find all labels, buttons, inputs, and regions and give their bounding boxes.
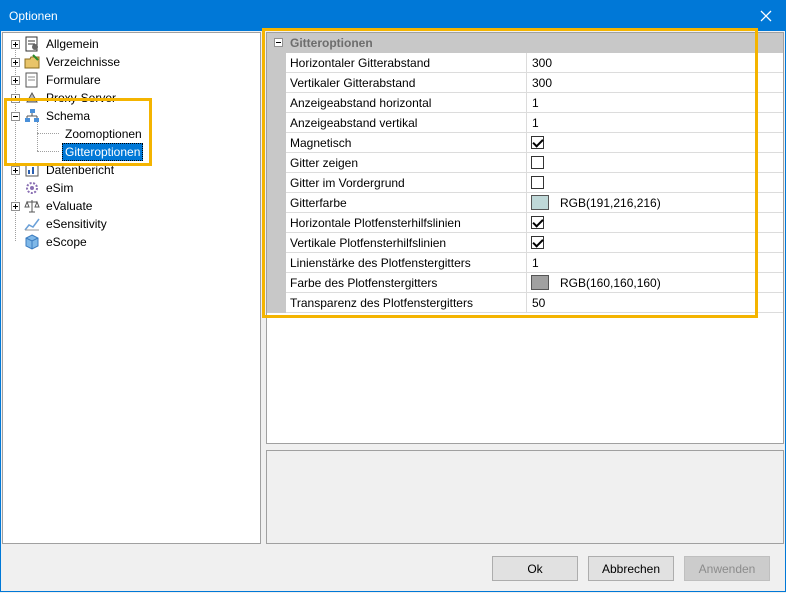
- tree-item-allgemein[interactable]: Allgemein: [46, 36, 99, 52]
- description-panel: [266, 450, 784, 544]
- cancel-button[interactable]: Abbrechen: [588, 556, 674, 581]
- window-title: Optionen: [9, 9, 58, 23]
- tree-item-verzeichnisse[interactable]: Verzeichnisse: [46, 54, 120, 70]
- chart-icon: [24, 218, 40, 231]
- expand-toggle[interactable]: [11, 76, 20, 85]
- gear-icon: [26, 182, 38, 194]
- scales-icon: [24, 200, 40, 213]
- expand-toggle[interactable]: [11, 166, 20, 175]
- tree-item-evaluate[interactable]: eValuate: [46, 198, 92, 214]
- settings-sheet-icon: [25, 36, 38, 52]
- ok-button[interactable]: Ok: [492, 556, 578, 581]
- expand-toggle[interactable]: [11, 202, 20, 211]
- tree-item-esim[interactable]: eSim: [46, 180, 73, 196]
- tree-item-formulare[interactable]: Formulare: [46, 72, 101, 88]
- expand-toggle[interactable]: [11, 40, 20, 49]
- tree-item-esensitivity[interactable]: eSensitivity: [46, 216, 107, 232]
- close-button[interactable]: [746, 0, 786, 31]
- highlight-box-tree: [4, 98, 152, 166]
- form-icon: [25, 72, 38, 88]
- cube-icon: [25, 234, 39, 250]
- highlight-box-grid: [262, 28, 758, 318]
- title-bar: Optionen: [0, 0, 786, 31]
- tree-item-escope[interactable]: eScope: [46, 234, 87, 250]
- apply-button[interactable]: Anwenden: [684, 556, 770, 581]
- folder-icon: [24, 54, 40, 69]
- close-icon: [760, 10, 772, 21]
- expand-toggle[interactable]: [11, 58, 20, 67]
